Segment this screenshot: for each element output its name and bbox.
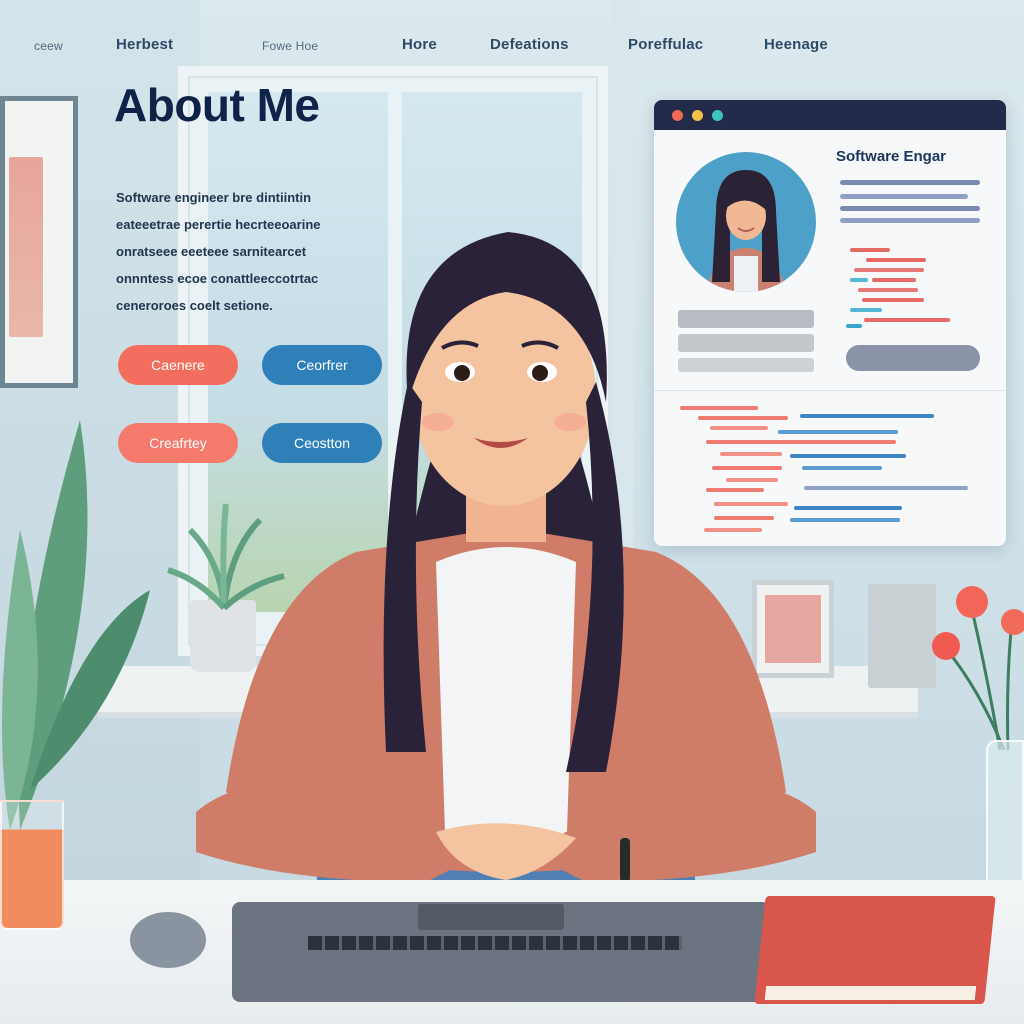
text-line (840, 218, 980, 223)
nav-item-herbest[interactable]: Herbest (116, 36, 173, 53)
browser-title-bar (654, 100, 1006, 130)
code-line (850, 278, 868, 282)
code-line (872, 278, 916, 282)
trackpad (418, 904, 564, 930)
juice-glass (0, 800, 64, 930)
code-line (850, 248, 890, 252)
red-book (754, 896, 996, 1004)
keyboard (308, 936, 682, 950)
text-line (840, 194, 968, 199)
nav-item-fowe-hoe[interactable]: Fowe Hoe (262, 39, 318, 53)
book-pages (764, 986, 977, 1000)
nav-item-hore[interactable]: Hore (402, 36, 437, 53)
flowers-icon (932, 586, 1024, 750)
text-line (840, 206, 980, 211)
code-line (862, 298, 924, 302)
about-line: Software engineer bre dintiintin (116, 190, 312, 205)
laptop (232, 902, 770, 1002)
page-title: About Me (114, 79, 320, 131)
code-line (866, 258, 926, 262)
close-dot-icon (672, 109, 683, 121)
mouse-icon[interactable] (130, 912, 206, 968)
nav-item-heenage[interactable]: Heenage (764, 36, 828, 53)
card-title: Software Engar (836, 148, 947, 165)
woman-illustration-icon (196, 232, 816, 892)
wall-picture-frame (0, 96, 78, 388)
nav-item-poreffulac[interactable]: Poreffulac (628, 36, 703, 53)
big-plant-icon (2, 420, 150, 830)
code-line (858, 288, 918, 292)
code-line (846, 324, 862, 328)
maximize-dot-icon (712, 109, 723, 121)
nav-item-defeations[interactable]: Defeations (490, 36, 569, 53)
nav-item-ceew[interactable]: ceew (34, 39, 63, 53)
text-line (840, 180, 980, 185)
code-line (864, 318, 950, 322)
code-line (850, 308, 882, 312)
code-line (854, 268, 924, 272)
code-line (804, 486, 968, 490)
wall-art (9, 157, 43, 337)
minimize-dot-icon (692, 109, 703, 121)
mockup-action-button[interactable] (846, 345, 980, 371)
